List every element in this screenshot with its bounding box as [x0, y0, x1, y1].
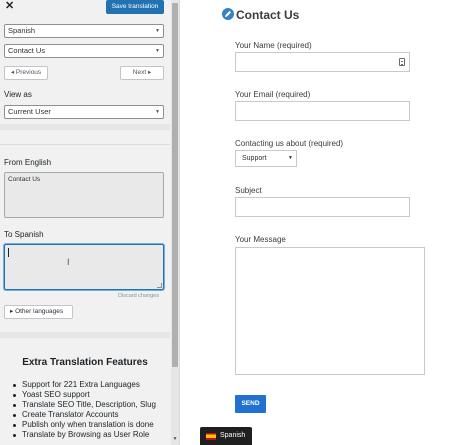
list-item: Translate by Browsing as User Role	[12, 430, 172, 440]
scrollbar-thumb[interactable]	[172, 3, 178, 367]
text-cursor-icon: I	[67, 257, 70, 267]
list-item: Publish only when translation is done	[12, 420, 172, 430]
email-label: Your Email (required)	[235, 90, 311, 99]
view-as-select[interactable]: Current User ▼	[4, 105, 164, 119]
language-select[interactable]: Spanish ▼	[4, 24, 164, 38]
language-switcher[interactable]: Spanish	[200, 427, 252, 445]
resize-handle[interactable]	[157, 283, 162, 288]
list-item: Translate SEO Title, Description, Slug	[12, 400, 172, 410]
view-as-select-value: Current User	[8, 107, 51, 116]
about-label: Contacting us about (required)	[235, 139, 344, 148]
name-label: Your Name (required)	[235, 41, 312, 50]
previous-button[interactable]: ◂ Previous	[4, 66, 48, 80]
discard-changes-link[interactable]: Discard changes	[118, 293, 159, 299]
translation-editor: ✕ Save translation Spanish ▼ Contact Us …	[0, 0, 474, 445]
subject-label: Subject	[235, 186, 262, 195]
string-select-value: Contact Us	[8, 46, 46, 55]
send-button[interactable]: SEND	[235, 395, 266, 413]
keypad-icon[interactable]	[399, 58, 405, 66]
language-switcher-label: Spanish	[220, 432, 246, 439]
from-language-label: From English	[4, 158, 52, 167]
chevron-down-icon: ▼	[155, 28, 160, 34]
page-title: Contact Us	[236, 8, 300, 22]
original-text-field: Contact Us	[4, 172, 164, 218]
translation-sidebar: ✕ Save translation Spanish ▼ Contact Us …	[0, 0, 180, 445]
message-label: Your Message	[235, 235, 286, 244]
chevron-down-icon: ▼	[155, 109, 160, 115]
pencil-icon[interactable]	[222, 8, 234, 20]
chevron-down-icon: ▼	[288, 155, 293, 161]
message-textarea[interactable]	[235, 247, 425, 375]
other-languages-button[interactable]: ▸ Other languages	[4, 305, 73, 319]
email-input[interactable]	[235, 101, 410, 121]
about-select[interactable]: Support ▼	[235, 150, 297, 167]
list-item: Yoast SEO support	[12, 390, 172, 400]
sidebar-topbar: ✕ Save translation	[0, 0, 170, 14]
list-item: Support for 221 Extra Languages	[12, 380, 172, 390]
language-select-value: Spanish	[8, 26, 36, 35]
to-language-label: To Spanish	[4, 230, 44, 239]
section-divider	[0, 124, 170, 130]
name-input[interactable]	[235, 52, 410, 72]
translation-textarea[interactable]: I	[4, 244, 164, 290]
extra-features-title: Extra Translation Features	[22, 357, 148, 368]
subject-input[interactable]	[235, 197, 410, 217]
spanish-flag-icon	[206, 433, 216, 440]
save-translation-button[interactable]: Save translation	[106, 0, 164, 14]
view-as-label: View as	[4, 90, 32, 99]
close-icon[interactable]: ✕	[5, 0, 15, 12]
extra-features-list: Support for 221 Extra Languages Yoast SE…	[12, 380, 172, 440]
divider	[0, 144, 170, 145]
scroll-down-arrow[interactable]: ▼	[172, 436, 178, 444]
string-select[interactable]: Contact Us ▼	[4, 44, 164, 58]
text-caret	[8, 248, 9, 257]
list-item: Create Translator Accounts	[12, 410, 172, 420]
chevron-down-icon: ▼	[155, 48, 160, 54]
next-button[interactable]: Next ▸	[120, 66, 164, 80]
section-divider	[0, 332, 170, 338]
about-select-value: Support	[242, 155, 267, 162]
